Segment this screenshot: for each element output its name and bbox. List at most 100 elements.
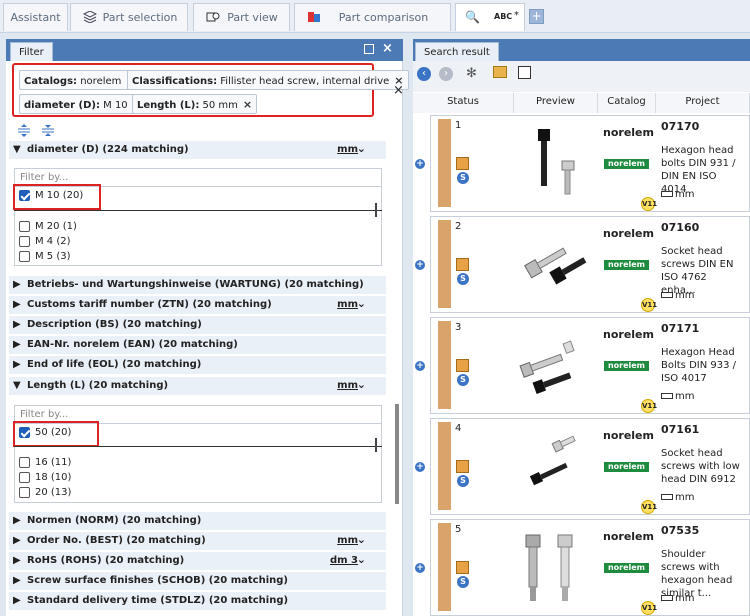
cube-icon — [456, 157, 469, 170]
ruler-icon — [661, 191, 673, 197]
maximize-icon[interactable] — [364, 44, 374, 54]
export-table-icon[interactable] — [518, 66, 531, 79]
tab-part-comparison[interactable]: Part comparison — [294, 3, 451, 31]
part-preview-image — [538, 129, 575, 195]
remove-chip-icon[interactable]: × — [243, 98, 252, 111]
section-description[interactable]: ▶ Description (BS) (20 matching) — [9, 316, 386, 335]
tab-part-selection[interactable]: Part selection — [70, 3, 188, 31]
tab-assistant[interactable]: Assistant — [3, 3, 68, 31]
filter-panel-scrollbar[interactable] — [395, 404, 399, 504]
status-bar — [438, 321, 451, 409]
chip-catalogs[interactable]: Catalogs: norelem× — [19, 70, 141, 90]
status-badge: S — [457, 172, 469, 184]
clear-filters-icon[interactable]: × — [393, 83, 404, 98]
main-tab-bar: Assistant Part selection Part view Part … — [0, 0, 750, 33]
diameter-value-m4[interactable]: M 4 (2) — [19, 236, 71, 247]
add-row-icon[interactable]: + — [415, 361, 425, 371]
column-header-status[interactable]: Status — [413, 93, 514, 113]
column-header-project[interactable]: Project — [656, 93, 750, 113]
checkbox[interactable] — [19, 251, 30, 262]
cube-icon — [456, 258, 469, 271]
brand-logo: norelem — [604, 159, 649, 169]
filter-panel-tab[interactable]: Filter — [10, 42, 53, 62]
ruler-icon — [661, 292, 673, 298]
chevron-down-icon[interactable]: ⌄ — [357, 378, 366, 391]
section-eol[interactable]: ▶ End of life (EOL) (20 matching) — [9, 356, 386, 375]
brand-logo: norelem — [604, 361, 649, 371]
highlight-box — [13, 184, 101, 210]
close-icon[interactable]: × — [382, 41, 393, 56]
result-row[interactable]: 3 S norelem norelem V11 07171 Hexagon He… — [430, 317, 750, 414]
divider — [14, 210, 382, 211]
chevron-right-icon: ▶ — [13, 555, 21, 566]
forward-icon[interactable]: › — [439, 67, 453, 81]
chevron-right-icon: ▶ — [13, 515, 21, 526]
highlight-box — [13, 421, 99, 447]
checkbox[interactable] — [19, 487, 30, 498]
column-header-catalog[interactable]: Catalog — [598, 93, 656, 113]
chevron-down-icon[interactable]: ⌄ — [357, 142, 366, 155]
section-normen[interactable]: ▶ Normen (NORM) (20 matching) — [9, 512, 386, 531]
brand-logo: norelem — [604, 260, 649, 270]
cube-icon — [456, 460, 469, 473]
ruler-icon — [661, 393, 673, 399]
status-badge: S — [457, 576, 469, 588]
add-row-icon[interactable]: + — [415, 159, 425, 169]
checkbox[interactable] — [19, 236, 30, 247]
section-ean[interactable]: ▶ EAN-Nr. norelem (EAN) (20 matching) — [9, 336, 386, 355]
active-filters-box: Catalogs: norelem× Classifications: Fill… — [12, 63, 409, 117]
add-row-icon[interactable]: + — [415, 462, 425, 472]
checkbox[interactable] — [19, 457, 30, 468]
section-wartung[interactable]: ▶ Betriebs- und Wartungshinweise (WARTUNG… — [9, 276, 386, 295]
version-badge: V11 — [641, 197, 657, 211]
length-value-16[interactable]: 16 (11) — [19, 457, 71, 468]
scroll-thumb[interactable] — [375, 203, 377, 217]
part-preview-image — [529, 435, 576, 486]
settings-icon[interactable]: ✻ — [466, 66, 477, 81]
chip-diameter[interactable]: diameter (D): M 10× — [19, 94, 147, 114]
chevron-right-icon: ▶ — [13, 595, 21, 606]
chevron-right-icon: ▶ — [13, 575, 21, 586]
chevron-right-icon: ▶ — [13, 279, 21, 290]
diameter-value-m20[interactable]: M 20 (1) — [19, 221, 77, 232]
chip-length[interactable]: Length (L): 50 mm × — [132, 94, 258, 114]
results-panel-tab[interactable]: Search result — [415, 42, 499, 62]
result-row[interactable]: 5 S norelem norelem V11 07535 Shoulder s… — [430, 519, 750, 616]
collapse-all-icon[interactable] — [42, 124, 54, 137]
tab-part-view[interactable]: Part view — [193, 3, 290, 31]
result-row[interactable]: 4 S norelem norelem V11 07161 Socket hea… — [430, 418, 750, 515]
chip-classifications[interactable]: Classifications: Fillister head screw, i… — [127, 70, 409, 90]
checkbox[interactable] — [19, 221, 30, 232]
ruler-icon — [661, 494, 673, 500]
section-schob[interactable]: ▶ Screw surface finishes (SCHOB) (20 matc… — [9, 572, 386, 591]
back-icon[interactable]: ‹ — [417, 67, 431, 81]
expand-all-icon[interactable] — [18, 124, 30, 137]
chevron-down-icon[interactable]: ⌄ — [357, 533, 366, 546]
ruler-icon — [661, 595, 673, 601]
add-row-icon[interactable]: + — [415, 260, 425, 270]
diameter-value-m5[interactable]: M 5 (3) — [19, 251, 71, 262]
section-ztn[interactable]: ▶ Customs tariff number (ZTN) (20 matchin… — [9, 296, 386, 315]
chevron-right-icon: ▶ — [13, 299, 21, 310]
add-row-icon[interactable]: + — [415, 563, 425, 573]
chevron-down-icon[interactable]: ⌄ — [357, 297, 366, 310]
chevron-down-icon: ▼ — [13, 380, 21, 391]
result-row[interactable]: 1 S norelem norelem V11 07170 Hexagon he… — [430, 115, 750, 212]
cube-icon — [456, 561, 469, 574]
favorite-folder-icon[interactable] — [493, 66, 507, 78]
section-diameter[interactable]: ▼ diameter (D) (224 matching) mm ⌄ — [9, 141, 386, 160]
column-header-preview[interactable]: Preview — [514, 93, 598, 113]
section-length[interactable]: ▼ Length (L) (20 matching) mm ⌄ — [9, 377, 386, 396]
scroll-thumb[interactable] — [375, 438, 377, 452]
length-value-18[interactable]: 18 (10) — [19, 472, 71, 483]
chevron-down-icon[interactable]: ⌄ — [357, 553, 366, 566]
checkbox[interactable] — [19, 472, 30, 483]
result-row[interactable]: 2 S norelem norelem V11 07160 Socket hea… — [430, 216, 750, 313]
section-order-no[interactable]: ▶ Order No. (BEST) (20 matching) mm ⌄ — [9, 532, 386, 551]
add-tab-button[interactable]: + — [529, 9, 544, 24]
length-value-20[interactable]: 20 (13) — [19, 487, 71, 498]
tab-search[interactable]: 🔍 ABC * — [455, 3, 525, 31]
section-rohs[interactable]: ▶ RoHS (ROHS) (20 matching) dm 3 ⌄ — [9, 552, 386, 571]
unit-label: mm — [661, 492, 694, 503]
section-stdlz[interactable]: ▶ Standard delivery time (STDLZ) (20 matc… — [9, 592, 386, 611]
